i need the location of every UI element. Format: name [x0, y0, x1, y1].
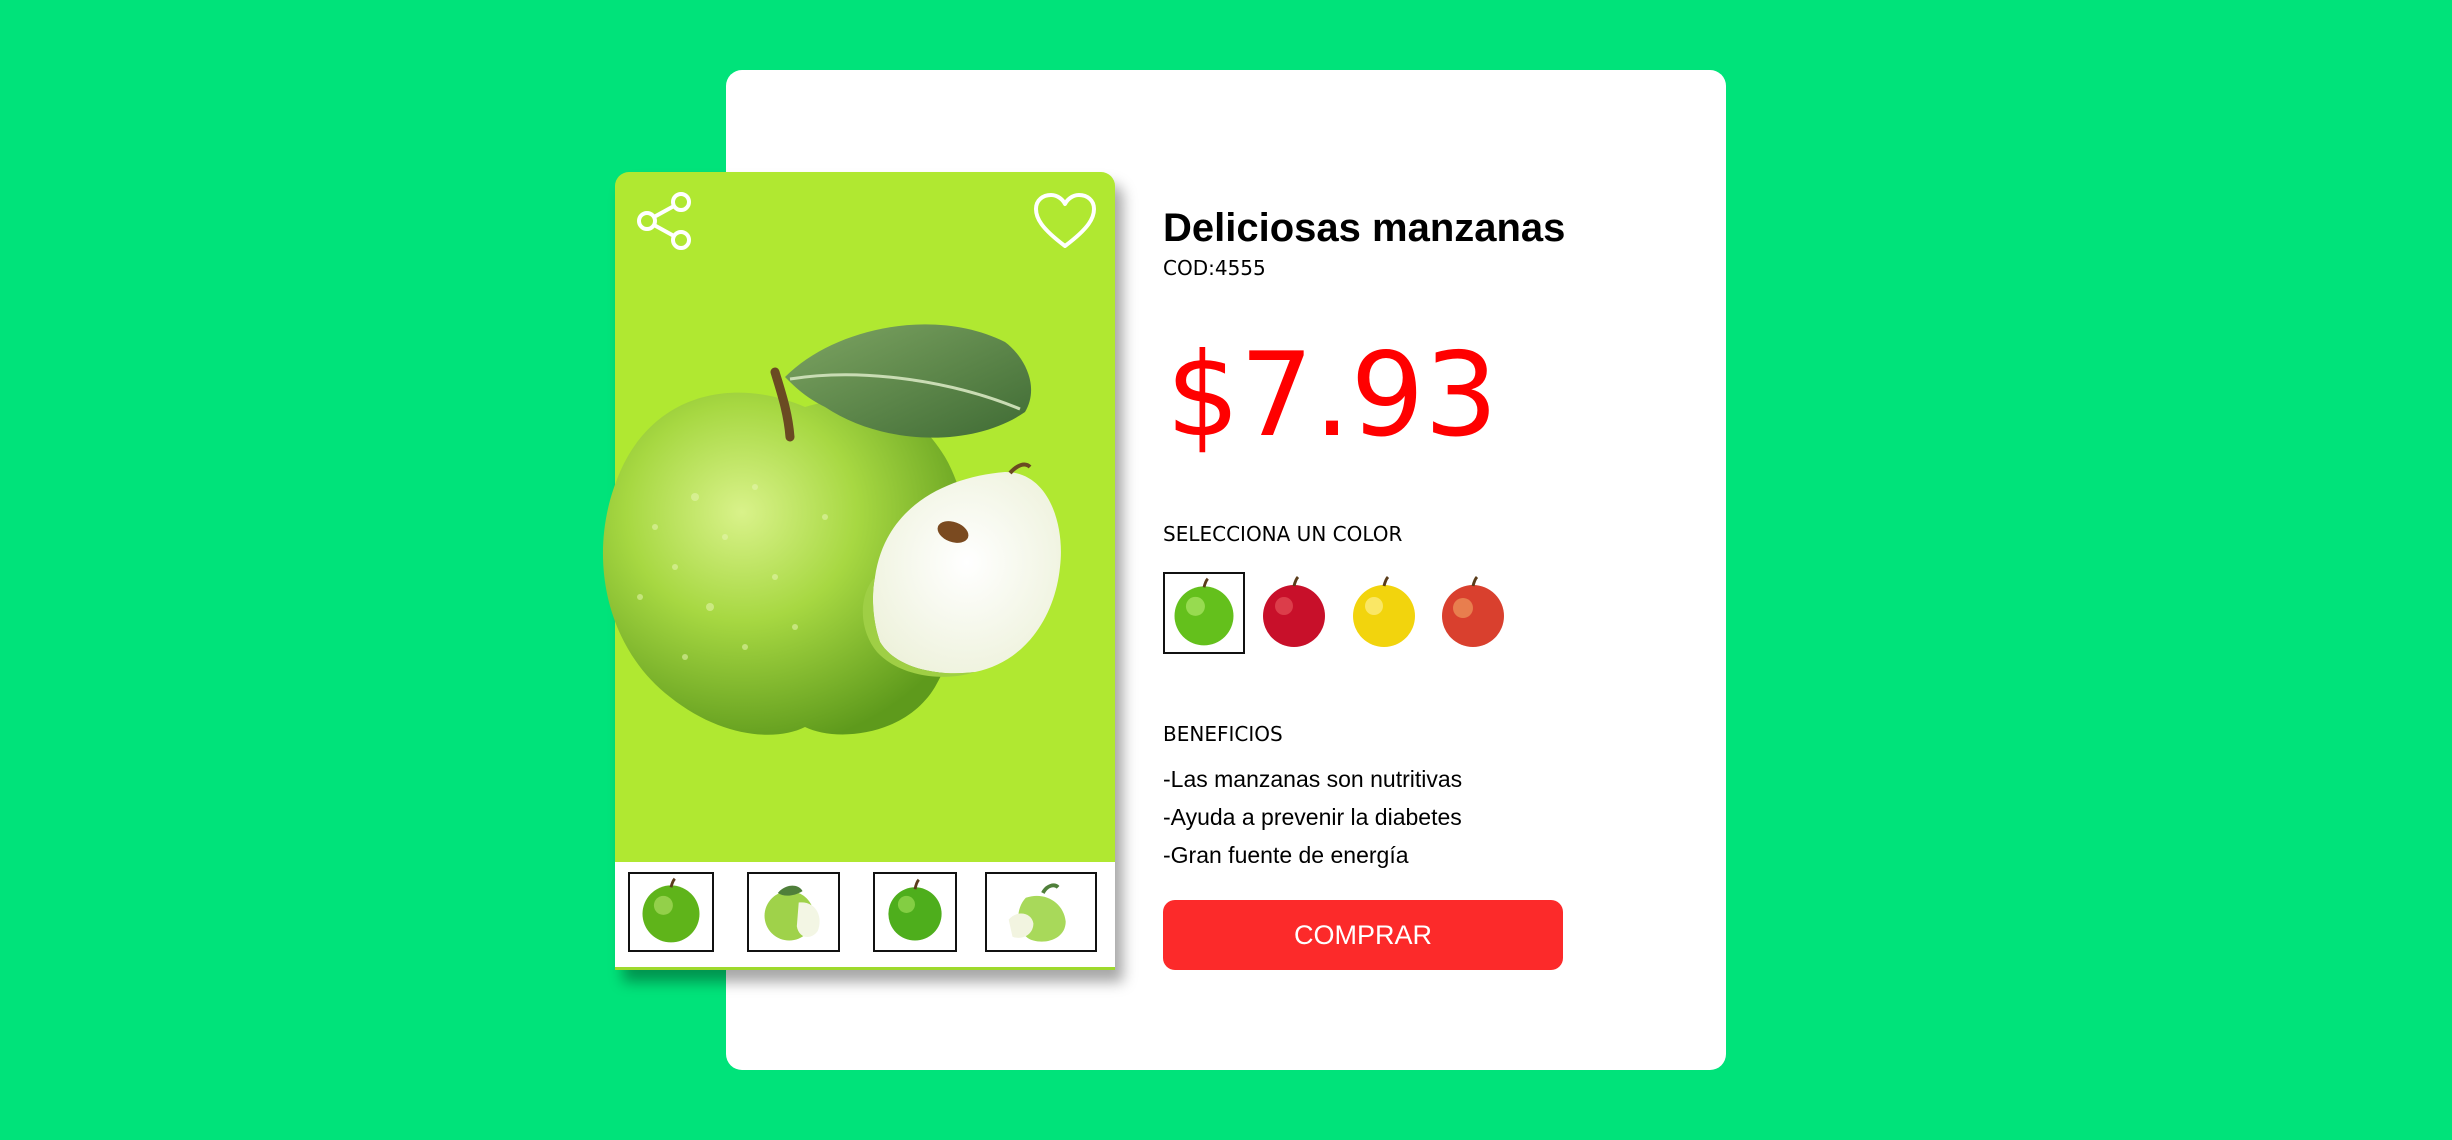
benefits-label: BENEFICIOS [1163, 722, 1283, 746]
product-title: Deliciosas manzanas [1163, 206, 1566, 250]
product-code: COD:4555 [1163, 256, 1266, 280]
product-image-green-apple [505, 297, 1095, 797]
heart-icon[interactable] [1033, 192, 1097, 250]
benefit-item: -Ayuda a prevenir la diabetes [1163, 804, 1462, 830]
buy-button[interactable]: COMPRAR [1163, 900, 1563, 970]
color-option-green[interactable] [1163, 572, 1245, 654]
thumbnail-4[interactable] [985, 872, 1097, 952]
product-price: $7.93 [1166, 328, 1499, 463]
color-selector-label: SELECCIONA UN COLOR [1163, 522, 1403, 546]
share-icon[interactable] [633, 190, 695, 252]
thumbnail-2[interactable] [747, 872, 840, 952]
color-option-yellow[interactable] [1343, 572, 1425, 654]
benefit-item: -Gran fuente de energía [1163, 842, 1409, 868]
product-photo-card [602, 172, 1115, 970]
benefit-item: -Las manzanas son nutritivas [1163, 766, 1463, 792]
thumbnail-3[interactable] [873, 872, 957, 952]
thumbnail-strip [615, 862, 1115, 970]
color-option-red-yellow[interactable] [1432, 572, 1514, 654]
color-option-red[interactable] [1253, 572, 1335, 654]
thumbnail-1[interactable] [628, 872, 714, 952]
